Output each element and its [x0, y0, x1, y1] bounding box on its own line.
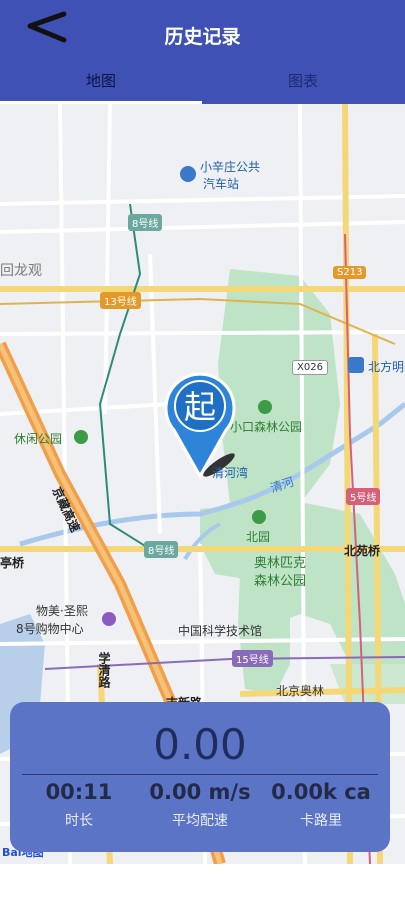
pace-value: 0.00 m/s [149, 780, 251, 804]
pace-label: 平均配速 [172, 813, 228, 829]
page-title: 历史记录 [164, 26, 241, 48]
metro-line-badge: 8号线 [128, 214, 163, 231]
park-icon [252, 510, 266, 524]
poi-label: 汽车站 [203, 177, 240, 191]
poi-label: 中国科学技术馆 [178, 624, 263, 638]
stats-panel: 0.00 00:11 时长 0.00 m/s 平均配速 0.00k ca 卡路里 [10, 702, 390, 852]
poi-label: 物美·圣熙 [36, 604, 88, 618]
duration-stat: 00:11 时长 [16, 780, 142, 830]
stats-divider [22, 774, 378, 775]
pace-stat: 0.00 m/s 平均配速 [137, 780, 263, 830]
start-marker-label: 起 [184, 388, 216, 426]
tab-map-label: 地图 [85, 72, 116, 90]
duration-value: 00:11 [45, 780, 113, 804]
duration-label: 时长 [65, 813, 93, 829]
calories-label: 卡路里 [300, 813, 342, 829]
road-label: 学清路 [97, 652, 111, 688]
poi-label: 清河湾 [212, 466, 249, 480]
poi-label: 小辛庄公共 [200, 160, 261, 174]
park-label: 北园 [246, 530, 271, 544]
metro-line-badge: 13号线 [100, 292, 141, 309]
app-header: 历史记录 地图 图表 [0, 0, 405, 104]
park-label: 森林公园 [254, 574, 307, 589]
park-label: 小口森林公园 [230, 420, 303, 434]
poi-label: 北京奥林 [276, 684, 325, 698]
calories-value: 0.00k ca [271, 780, 371, 804]
district-label: 回龙观 [0, 263, 42, 279]
road-label: 北苑桥 [344, 544, 381, 558]
poi-label: 北方明 [368, 360, 405, 374]
park-icon [74, 430, 88, 444]
park-icon [258, 400, 272, 414]
distance-value: 0.00 [153, 720, 247, 769]
park-label: 休闲公园 [14, 432, 63, 446]
tab-chart-label: 图表 [287, 72, 318, 90]
metro-line-badge: 5号线 [346, 488, 381, 505]
poi-label: 8号购物中心 [16, 622, 84, 636]
road-badge: X026 [292, 360, 328, 375]
calories-stat: 0.00k ca 卡路里 [258, 780, 384, 830]
tab-map[interactable]: 地图 [0, 66, 202, 104]
bus-stop-icon [180, 166, 196, 182]
metro-line-badge: 8号线 [144, 541, 179, 558]
building-icon [348, 357, 364, 373]
road-badge: S213 [333, 266, 367, 279]
tab-chart[interactable]: 图表 [202, 66, 404, 104]
shop-icon [102, 612, 116, 626]
metro-line-badge: 15号线 [232, 650, 273, 667]
road-label: 亭桥 [0, 556, 25, 570]
park-label: 奥林匹克 [254, 556, 307, 571]
tab-bar: 地图 图表 [0, 66, 405, 104]
